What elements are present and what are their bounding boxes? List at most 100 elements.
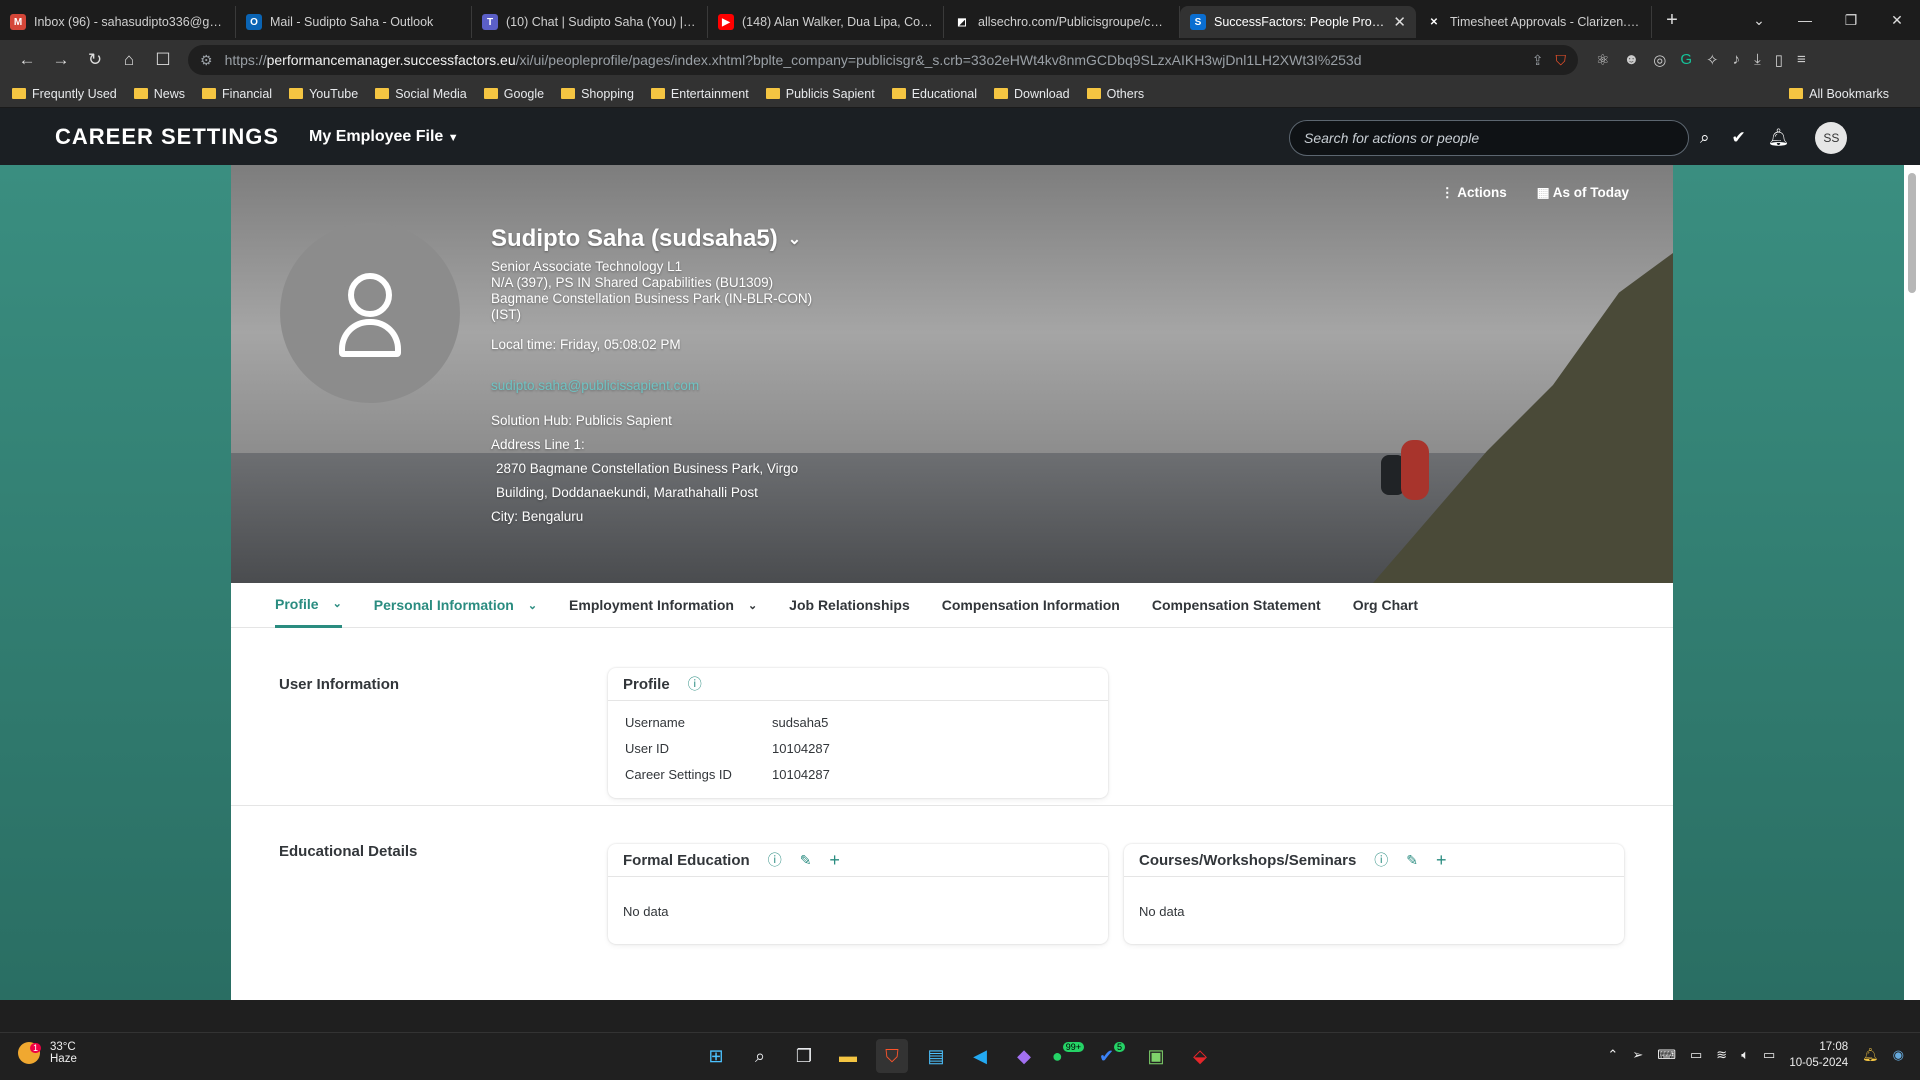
bookmark-folder[interactable]: News: [133, 87, 185, 101]
forward-icon[interactable]: →: [44, 50, 78, 70]
clock[interactable]: 17:08 10-05-2024: [1789, 1039, 1848, 1071]
search-input[interactable]: Search for actions or people: [1289, 120, 1689, 156]
chevron-up-icon[interactable]: ⌃: [1607, 1047, 1618, 1063]
all-bookmarks[interactable]: All Bookmarks: [1789, 87, 1889, 101]
close-tab-icon[interactable]: ✕: [1393, 13, 1406, 31]
acrobat-icon[interactable]: ⬙: [1184, 1039, 1216, 1073]
search-icon[interactable]: ⌕: [744, 1039, 776, 1073]
search-icon[interactable]: ⌕: [1700, 128, 1710, 148]
brave-browser-icon[interactable]: ⛉: [876, 1039, 908, 1073]
send-icon[interactable]: ➢: [1632, 1047, 1643, 1063]
approvals-check-icon[interactable]: ✔: [1732, 128, 1746, 148]
reload-icon[interactable]: ↻: [78, 50, 112, 70]
help-icon[interactable]: ⓘ: [768, 850, 782, 870]
home-icon[interactable]: ⌂: [112, 50, 146, 70]
tab-search-icon[interactable]: ⌄: [1736, 12, 1782, 29]
bookmark-folder[interactable]: Google: [483, 87, 544, 101]
tab-profile[interactable]: Profile ⌄: [275, 583, 342, 628]
extension-alien-icon[interactable]: ☻: [1623, 51, 1639, 69]
browser-tab[interactable]: T (10) Chat | Sudipto Saha (You) | Micros…: [472, 6, 708, 38]
minimize-button[interactable]: —: [1782, 12, 1828, 28]
browser-tab[interactable]: M Inbox (96) - sahasudipto336@gmail.com: [0, 6, 236, 38]
bookmark-folder[interactable]: Others: [1086, 87, 1144, 101]
restore-button[interactable]: ❐: [1828, 12, 1874, 29]
file-explorer-icon[interactable]: ▬: [832, 1039, 864, 1073]
chevron-down-icon[interactable]: ⌄: [333, 597, 342, 610]
browser-tab[interactable]: ▶ (148) Alan Walker, Dua Lipa, Coldplay: [708, 6, 944, 38]
notification-icon[interactable]: 🔔︎: [1862, 1047, 1879, 1063]
chevron-down-icon[interactable]: ⌄: [788, 229, 801, 249]
keyboard-icon[interactable]: ⌨: [1657, 1047, 1676, 1063]
remote-desktop-icon[interactable]: ▣: [1140, 1039, 1172, 1073]
bookmark-folder[interactable]: Download: [994, 87, 1070, 101]
whatsapp-icon[interactable]: ● 99+: [1052, 1039, 1085, 1073]
menu-icon[interactable]: ≡: [1797, 51, 1806, 69]
browser-tab[interactable]: ✕ Timesheet Approvals - Clarizen.com: [1416, 6, 1652, 38]
extensions-puzzle-icon[interactable]: ✧: [1706, 51, 1719, 69]
tab-org-chart[interactable]: Org Chart: [1353, 583, 1418, 628]
browser-tab[interactable]: ◩ allsechro.com/Publicisgroupe/common: [944, 6, 1180, 38]
bookmark-folder[interactable]: Social Media: [375, 87, 467, 101]
visual-studio-icon[interactable]: ◆: [1008, 1039, 1040, 1073]
add-icon[interactable]: +: [829, 850, 840, 871]
user-avatar[interactable]: SS: [1815, 122, 1848, 154]
task-view-icon[interactable]: ❐: [788, 1039, 820, 1073]
weather-widget[interactable]: 1 33°C Haze: [18, 1041, 77, 1065]
profile-photo[interactable]: [280, 223, 460, 403]
extension-circle-icon[interactable]: ◎: [1653, 51, 1666, 69]
address-bar[interactable]: ⚙ https://performancemanager.successfact…: [188, 45, 1578, 75]
page-scrollbar[interactable]: [1904, 165, 1920, 1000]
display-icon[interactable]: ▭: [1690, 1047, 1702, 1063]
bookmark-folder[interactable]: Entertainment: [650, 87, 749, 101]
extension-react-icon[interactable]: ⚛: [1596, 51, 1609, 69]
start-icon[interactable]: ⊞: [700, 1039, 732, 1073]
bookmark-folder[interactable]: Shopping: [561, 87, 634, 101]
bookmark-icon[interactable]: ☐: [146, 50, 180, 70]
bookmark-folder[interactable]: Publicis Sapient: [765, 87, 875, 101]
share-icon[interactable]: ⇪: [1532, 52, 1544, 69]
bookmark-folder[interactable]: Financial: [202, 87, 272, 101]
tab-employment-information[interactable]: Employment Information ⌄: [569, 583, 757, 628]
back-icon[interactable]: ←: [10, 50, 44, 70]
download-icon[interactable]: ⤓: [1754, 51, 1761, 69]
chevron-down-icon[interactable]: ⌄: [748, 599, 757, 612]
edit-icon[interactable]: ✎: [800, 852, 812, 869]
brave-shield-icon[interactable]: ⛉: [1556, 52, 1567, 69]
help-icon[interactable]: ⓘ: [688, 674, 702, 694]
profile-name[interactable]: Sudipto Saha (sudsaha5) ⌄: [491, 225, 812, 253]
actions-button[interactable]: ⋮ Actions: [1440, 185, 1506, 201]
wifi-icon[interactable]: ≋: [1716, 1047, 1727, 1063]
edit-icon[interactable]: ✎: [1406, 852, 1418, 869]
bookmark-folder[interactable]: Frequntly Used: [12, 87, 117, 101]
chevron-down-icon[interactable]: ⌄: [528, 599, 537, 612]
vscode-icon[interactable]: ◀: [964, 1039, 996, 1073]
bookmark-folder[interactable]: YouTube: [289, 87, 358, 101]
close-window-button[interactable]: ✕: [1874, 12, 1920, 29]
company-logo[interactable]: CAREER SETTINGS: [55, 124, 279, 150]
volume-icon[interactable]: 🔈︎: [1741, 1047, 1749, 1063]
browser-tab[interactable]: S SuccessFactors: People Profile ✕: [1180, 6, 1416, 38]
sidebar-icon[interactable]: ▯: [1775, 51, 1783, 69]
tab-compensation-statement[interactable]: Compensation Statement: [1152, 583, 1321, 628]
module-picker[interactable]: My Employee File ▼: [309, 128, 459, 146]
media-icon[interactable]: ♪: [1733, 51, 1741, 69]
notepad-icon[interactable]: ▤: [920, 1039, 952, 1073]
tab-job-relationships[interactable]: Job Relationships: [789, 583, 910, 628]
site-info-icon[interactable]: ⚙: [200, 52, 213, 69]
todo-icon[interactable]: ✔ 5: [1096, 1039, 1128, 1073]
new-tab-button[interactable]: +: [1652, 9, 1692, 32]
notifications-bell-icon[interactable]: 🔔︎: [1768, 128, 1790, 148]
tab-personal-information[interactable]: Personal Information ⌄: [374, 583, 537, 628]
as-of-today-button[interactable]: ▦ As of Today: [1537, 185, 1629, 201]
extension-grammarly-icon[interactable]: G: [1680, 51, 1692, 69]
url-text[interactable]: https://performancemanager.successfactor…: [225, 52, 1520, 68]
bookmark-folder[interactable]: Educational: [891, 87, 977, 101]
copilot-icon[interactable]: ◉: [1893, 1047, 1904, 1063]
add-icon[interactable]: +: [1436, 850, 1447, 871]
scrollbar-thumb[interactable]: [1908, 173, 1916, 293]
email-link[interactable]: sudipto.saha@publicissapient.com: [491, 378, 812, 393]
tab-compensation-information[interactable]: Compensation Information: [942, 583, 1120, 628]
battery-icon[interactable]: ▭: [1763, 1047, 1775, 1063]
browser-tab[interactable]: O Mail - Sudipto Saha - Outlook: [236, 6, 472, 38]
help-icon[interactable]: ⓘ: [1374, 850, 1388, 870]
